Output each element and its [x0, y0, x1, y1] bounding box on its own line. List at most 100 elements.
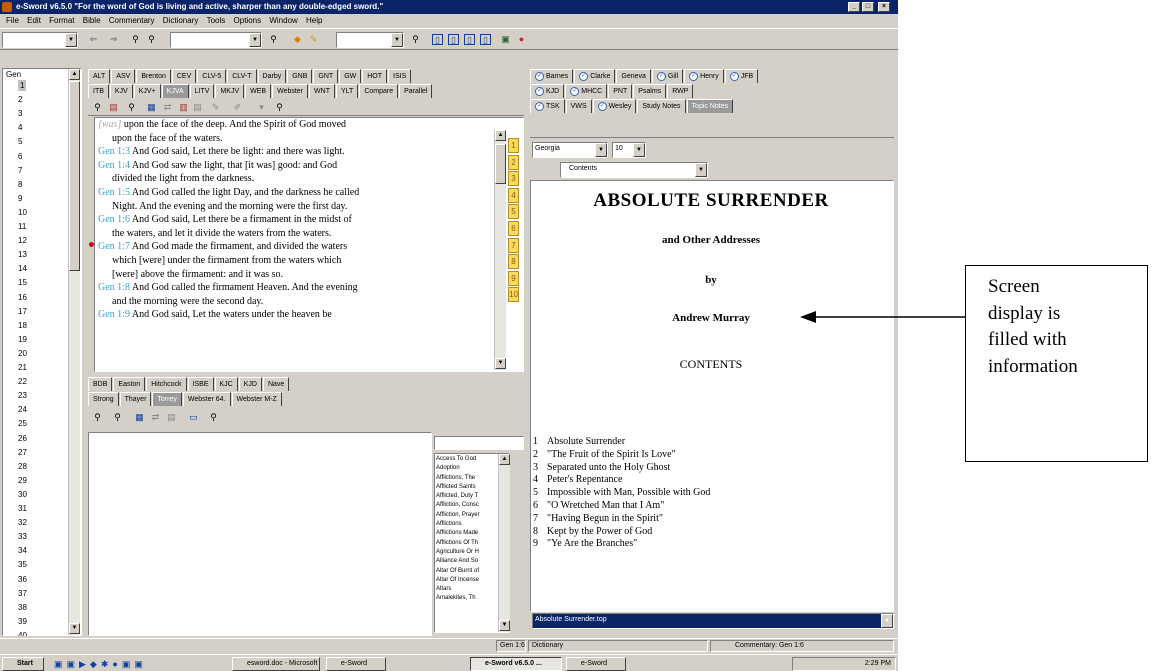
chapter-item[interactable]: 24 — [18, 404, 27, 415]
binoculars-icon[interactable]: ⚲ — [112, 412, 123, 423]
chapter-item[interactable]: 38 — [18, 602, 27, 613]
menu-dictionary[interactable]: Dictionary — [163, 14, 199, 27]
verse-line[interactable]: Gen 1:3 And God said, Let there be light… — [96, 145, 508, 159]
chevron-down-icon[interactable]: ▼ — [595, 143, 607, 157]
layout-1-icon[interactable]: ▯ — [432, 34, 443, 45]
search-icon[interactable]: ⚲ — [146, 34, 157, 45]
topic-item[interactable]: Altars — [436, 585, 498, 594]
chapter-item[interactable]: 31 — [18, 503, 27, 514]
arrow-down-icon[interactable]: ▾ — [256, 102, 267, 113]
verse-combo[interactable]: ▼ — [336, 32, 404, 48]
contents-item[interactable]: 4 Peter's Repentance — [533, 474, 833, 487]
chapter-item[interactable]: 9 — [18, 193, 22, 204]
chapter-item[interactable]: 18 — [18, 320, 27, 331]
tab-wnt[interactable]: WNT — [309, 84, 335, 98]
scroll-up-icon[interactable]: ▲ — [69, 69, 80, 80]
scroll-down-icon[interactable]: ▼ — [495, 358, 506, 369]
chapter-item[interactable]: 2 — [18, 94, 22, 105]
verse-reference[interactable]: Gen 1:9 — [98, 309, 130, 320]
verse-line[interactable]: [were] above the firmament: and it was s… — [96, 268, 508, 282]
print-icon[interactable]: ▤ — [166, 412, 177, 423]
tab-ylt[interactable]: YLT — [335, 84, 359, 98]
menu-bible[interactable]: Bible — [83, 14, 101, 27]
topic-scrollbar[interactable]: ▲ ▼ — [498, 454, 510, 632]
verse-number-button[interactable]: 5 — [508, 204, 519, 220]
chapter-item[interactable]: 8 — [18, 179, 22, 190]
chapter-item[interactable]: 27 — [18, 447, 27, 458]
chapter-item[interactable]: 30 — [18, 489, 27, 500]
tab-cev[interactable]: CEV — [171, 69, 197, 83]
tab-gill[interactable]: ✓ Gill — [651, 69, 684, 83]
tab-gnb[interactable]: GNB — [287, 69, 313, 83]
chapter-item[interactable]: 25 — [18, 418, 27, 429]
tab-asv[interactable]: ASV — [111, 69, 136, 83]
verse-number-button[interactable]: 9 — [508, 270, 519, 286]
topic-item[interactable]: Access To God — [436, 455, 498, 464]
verse-line[interactable]: Gen 1:6 And God said, Let there be a fir… — [96, 213, 508, 227]
tab-bdb[interactable]: BDB — [88, 377, 113, 391]
layout-2-icon[interactable]: ▯ — [448, 34, 459, 45]
topic-item[interactable]: Afflictions Made — [436, 529, 498, 538]
chevron-down-icon[interactable]: ▼ — [391, 33, 403, 47]
scroll-thumb[interactable] — [495, 144, 506, 184]
verse-line[interactable]: Night. And the evening and the morning w… — [96, 200, 508, 214]
chapter-item[interactable]: 40 — [18, 630, 27, 636]
binoculars-icon[interactable]: ⚲ — [126, 102, 137, 113]
copy-icon[interactable]: ▤ — [108, 102, 119, 113]
chevron-down-icon[interactable]: ▼ — [881, 614, 893, 628]
menu-options[interactable]: Options — [234, 14, 262, 27]
tab-kjv[interactable]: KJV — [109, 84, 133, 98]
tab-parallel[interactable]: Parallel — [399, 84, 433, 98]
parallel-icon[interactable]: ▥ — [178, 102, 189, 113]
chapter-item[interactable]: 12 — [18, 235, 27, 246]
chapter-item[interactable]: 5 — [18, 136, 22, 147]
chapter-item[interactable]: 14 — [18, 263, 27, 274]
window-icon[interactable]: ▭ — [188, 412, 199, 423]
verse-number-button[interactable]: 2 — [508, 154, 519, 170]
tab-web[interactable]: WEB — [245, 84, 272, 98]
back-icon[interactable]: ⇐ — [88, 34, 99, 45]
tab-torrey[interactable]: Torrey — [152, 392, 182, 406]
tab-clarke[interactable]: ✓ Clarke — [574, 69, 616, 83]
chapter-item[interactable]: 3 — [18, 108, 22, 119]
start-button[interactable]: Start — [2, 657, 44, 671]
tab-gnt[interactable]: GNT — [313, 69, 339, 83]
tab-hitchcock[interactable]: Hitchcock — [146, 377, 187, 391]
scroll-up-icon[interactable]: ▲ — [499, 454, 510, 465]
verse-line[interactable]: Gen 1:9 And God said, Let the waters und… — [96, 308, 508, 322]
taskbar-item-esword-folder[interactable]: e-Sword — [326, 657, 386, 671]
verse-line[interactable]: and the morning were the second day. — [96, 295, 508, 309]
lookup-icon[interactable]: ⚲ — [268, 34, 279, 45]
verse-line[interactable]: which [were] under the firmament from th… — [96, 254, 508, 268]
contents-item[interactable]: 1 Absolute Surrender — [533, 436, 833, 449]
chapter-item[interactable]: 37 — [18, 588, 27, 599]
tab-kjc[interactable]: KJC — [214, 377, 238, 391]
verse-line[interactable]: Gen 1:4 And God saw the light, that [it … — [96, 159, 508, 173]
file-combo[interactable]: Absolute Surrender.top ▼ — [532, 613, 894, 629]
chevron-down-icon[interactable]: ▼ — [65, 33, 77, 47]
tab-webster-m-z[interactable]: Webster M-Z — [231, 392, 282, 406]
contents-combo[interactable]: Contents ▼ — [560, 162, 708, 178]
verse-number-button[interactable]: 7 — [508, 237, 519, 253]
contents-item[interactable]: 8 Kept by the Power of God — [533, 526, 833, 539]
font-size-combo[interactable]: 10 ▼ — [612, 142, 646, 158]
verse-reference[interactable]: Gen 1:4 — [98, 160, 130, 171]
tab-compare[interactable]: Compare — [359, 84, 399, 98]
verse-line[interactable]: upon the face of the waters. — [96, 132, 508, 146]
search-icon[interactable]: ⚲ — [92, 412, 103, 423]
verse-reference[interactable]: Gen 1:8 — [98, 282, 130, 293]
note-icon[interactable]: ✐ — [232, 102, 243, 113]
tab-kjva[interactable]: KJVA — [161, 84, 189, 98]
chapter-item[interactable]: 29 — [18, 475, 27, 486]
topic-item[interactable]: Afflicted Saints — [436, 483, 498, 492]
tab-kjd[interactable]: ✓ KJD — [530, 84, 565, 98]
tab-kjv-[interactable]: KJV+ — [133, 84, 161, 98]
taskbar-item-esword-folder-2[interactable]: e-Sword — [566, 657, 626, 671]
chapter-item[interactable]: 6 — [18, 151, 22, 162]
chapter-item[interactable]: 16 — [18, 292, 27, 303]
search-icon[interactable]: ⚲ — [92, 102, 103, 113]
contents-item[interactable]: 2 "The Fruit of the Spirit Is Love" — [533, 449, 833, 462]
table-icon[interactable]: ▦ — [134, 412, 145, 423]
verse-line[interactable]: Gen 1:8 And God called the firmament Hea… — [96, 281, 508, 295]
layout-3-icon[interactable]: ▯ — [464, 34, 475, 45]
